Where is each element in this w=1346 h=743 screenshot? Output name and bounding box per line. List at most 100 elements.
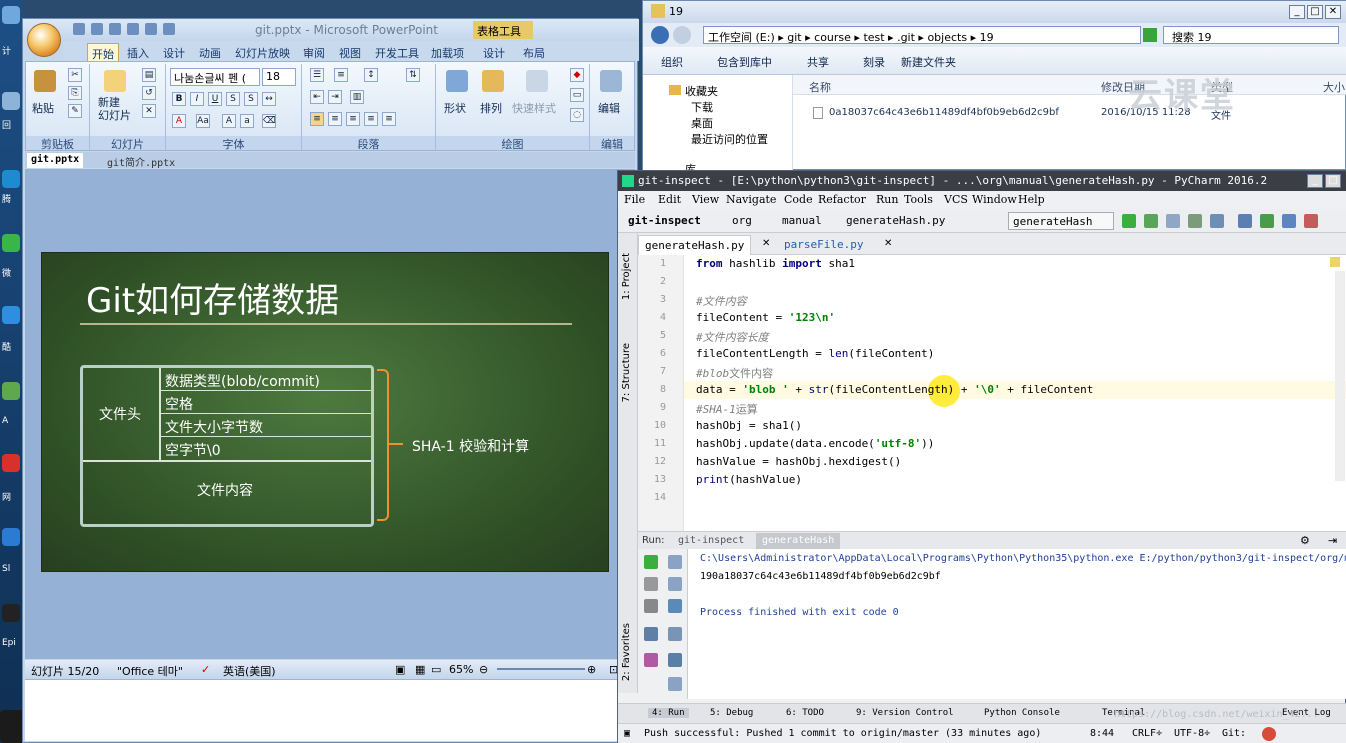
tool-tab-python-console[interactable]: Python Console [984,708,1060,718]
fill-icon[interactable]: ◆ [570,68,584,82]
print-icon[interactable] [127,23,139,35]
change-case-icon[interactable]: Aa [196,114,210,128]
app-icon[interactable] [2,528,20,546]
tab-generateHash[interactable]: generateHash.py [638,235,752,255]
app-icon[interactable] [2,604,20,622]
organize-button[interactable]: 组织 [661,54,683,70]
run-tab-git-inspect[interactable]: git-inspect [672,533,750,550]
shapes-icon[interactable] [446,70,468,92]
tab-addins[interactable]: 加载项 [427,43,468,61]
tab-parseFile[interactable]: parseFile.py [778,235,869,255]
spell-icon[interactable]: ✓ [201,663,210,676]
align-center-icon[interactable]: ≡ [328,112,342,126]
run-icon[interactable] [1122,214,1136,228]
maximize-button[interactable]: □ [1307,5,1323,19]
menu-refactor[interactable]: Refactor [818,193,866,206]
copy-icon[interactable]: ⎘ [68,86,82,100]
tab-animation[interactable]: 动画 [195,43,225,61]
font-size-input[interactable]: 18 [262,68,296,86]
bold-icon[interactable]: B [172,92,186,106]
kugou-icon[interactable] [2,306,20,324]
tool-tab-debug[interactable]: 5: Debug [710,708,753,718]
delete-slide-icon[interactable]: ✕ [142,104,156,118]
tab-developer[interactable]: 开发工具 [371,43,423,61]
editor-scrollbar[interactable] [1335,271,1345,481]
spacing-icon[interactable]: ↔ [262,92,276,106]
print-output-icon[interactable] [668,653,682,667]
crumb[interactable]: objects [927,31,967,44]
tab-design[interactable]: 设计 [159,43,189,61]
forward-icon[interactable] [673,26,691,44]
strikethrough-icon[interactable]: S [226,92,240,106]
ime-icon[interactable] [1262,727,1276,741]
git-branch[interactable]: Git: [1222,728,1246,739]
indent-decrease-icon[interactable]: ⇤ [310,90,324,104]
justify-icon[interactable]: ≡ [364,112,378,126]
crumb[interactable]: test [863,31,884,44]
layout-icon[interactable]: ▤ [142,68,156,82]
structure-tool-tab[interactable]: 7: Structure [621,343,632,402]
settings-gear-icon[interactable]: ⚙ [1300,534,1310,547]
stop-icon[interactable] [644,577,658,591]
scroll-up-icon[interactable] [668,555,682,569]
crumb[interactable]: .git [897,31,915,44]
undo-icon[interactable] [91,23,103,35]
tab-insert[interactable]: 插入 [123,43,153,61]
crumb[interactable]: git [787,31,801,44]
paste-icon[interactable] [34,70,56,92]
hide-panel-icon[interactable]: ⇥ [1328,534,1337,547]
build-icon[interactable] [1210,214,1224,228]
search-input[interactable]: 搜索 19 [1163,26,1339,44]
menu-help[interactable]: Help [1018,193,1045,206]
menu-vcs[interactable]: VCS [944,193,968,206]
revert-icon[interactable] [1304,214,1318,228]
line-separator[interactable]: CRLF÷ [1132,728,1162,739]
pause-icon[interactable] [644,599,658,613]
zoom-in-icon[interactable]: ⊕ [587,663,596,676]
run-config-select[interactable]: generateHash [1008,212,1114,230]
close-button[interactable]: ✕ [1325,5,1341,19]
tool-tab-todo[interactable]: 6: TODO [786,708,824,718]
slide[interactable]: Git如何存储数据 文件头 数据类型(blob/commit) 空格 文件大小字… [41,252,609,572]
italic-icon[interactable]: I [190,92,204,106]
tab-table-design[interactable]: 设计 [479,43,509,61]
tab-slideshow[interactable]: 幻灯片放映 [231,43,294,61]
crumb[interactable]: 19 [980,31,994,44]
nav-desktop[interactable]: 桌面 [691,115,713,131]
doc-tab-git-intro[interactable]: git简介.pptx [103,153,179,169]
crumb-file[interactable]: generateHash.py [846,214,945,227]
menu-navigate[interactable]: Navigate [726,193,776,206]
inspection-indicator-icon[interactable] [1330,257,1340,267]
col-size[interactable]: 大小 [1323,79,1345,95]
wechat-icon[interactable] [2,234,20,252]
col-name[interactable]: 名称 [809,79,831,95]
run-tab-generateHash[interactable]: generateHash [756,533,841,550]
tab-review[interactable]: 审阅 [299,43,329,61]
underline-icon[interactable]: U [208,92,222,106]
vcs-update-icon[interactable] [1238,214,1252,228]
line-spacing-icon[interactable]: ↕ [364,68,378,82]
office-button[interactable] [27,23,61,57]
computer-icon[interactable] [2,6,20,24]
grow-font-icon[interactable]: A [222,114,236,128]
minimize-button[interactable]: _ [1307,174,1323,188]
scroll-to-end-icon[interactable] [668,627,682,641]
close-tab-icon[interactable]: ✕ [762,238,770,249]
distribute-icon[interactable]: ≡ [382,112,396,126]
crumb[interactable]: course [814,31,851,44]
sorter-view-icon[interactable]: ▦ [415,663,425,676]
tool-tab-run[interactable]: 4: Run [648,708,689,718]
netease-icon[interactable] [2,454,20,472]
spelling-icon[interactable] [145,23,157,35]
shadow-icon[interactable]: S [244,92,258,106]
effects-icon[interactable]: ◌ [570,108,584,122]
tool-tab-vcs[interactable]: 9: Version Control [856,708,954,718]
nav-downloads[interactable]: 下载 [691,99,713,115]
pin-icon[interactable] [644,653,658,667]
code-editor[interactable]: 1 2 3 4 5 6 7 8 9 10 11 12 13 14 from ha… [638,255,1346,531]
clear-icon[interactable] [668,677,682,691]
notes-pane[interactable] [25,679,635,741]
new-folder-button[interactable]: 新建文件夹 [901,54,956,70]
arrange-icon[interactable] [482,70,504,92]
minimize-button[interactable]: _ [1289,5,1305,19]
